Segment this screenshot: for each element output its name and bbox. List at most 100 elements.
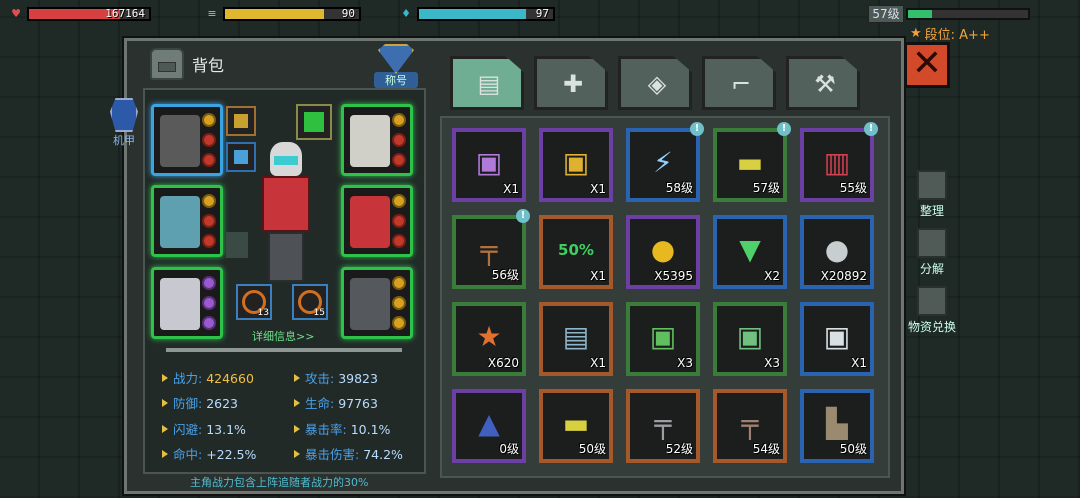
accessory-slot-1[interactable] xyxy=(226,106,256,136)
close-icon: ✕ xyxy=(911,43,943,84)
close-button[interactable]: ✕ xyxy=(904,42,950,88)
stat-value: 39823 xyxy=(338,371,378,386)
inventory-item[interactable]: ▙ 50级 xyxy=(800,389,874,463)
module-slot[interactable] xyxy=(296,104,332,140)
item-quantity: 55级 xyxy=(839,181,867,195)
level-progress-bar xyxy=(906,8,1030,20)
exchange-button[interactable]: 物资兑换 xyxy=(906,286,958,335)
level-progress-fill xyxy=(908,10,932,18)
divider xyxy=(166,348,402,352)
emblem-icon: ★ xyxy=(476,320,502,353)
gem-icon xyxy=(202,276,216,290)
inventory-item[interactable]: ● X5395 xyxy=(626,215,700,289)
new-item-indicator: ! xyxy=(777,122,791,136)
stat-key: 攻击: xyxy=(305,371,335,386)
hp-bar-group: ♥ 167164 xyxy=(8,4,151,24)
gem-icon xyxy=(392,133,406,147)
inventory-item[interactable]: ★ X620 xyxy=(452,302,526,376)
rank-label: 段位: A++ xyxy=(924,28,990,43)
white-crate-icon: ▣ xyxy=(823,320,851,353)
stat-hp: 生命: 97763 xyxy=(294,391,378,417)
inventory-item[interactable]: ▼ X2 xyxy=(713,215,787,289)
title-badge-button[interactable]: 称号 xyxy=(374,44,418,90)
inventory-item[interactable]: ▣ X1 xyxy=(800,302,874,376)
tab-parts[interactable]: ⚒ xyxy=(786,56,860,110)
tab-armor[interactable]: ◈ xyxy=(618,56,692,110)
water-value: 97 xyxy=(535,7,549,20)
stat-value: +22.5% xyxy=(206,447,257,462)
inventory-item[interactable]: ▥ 55级! xyxy=(800,122,878,202)
gem-icon xyxy=(392,316,406,330)
wrench-icon: ⚒ xyxy=(814,70,836,98)
gold-crate-icon: ▣ xyxy=(562,146,590,179)
inventory-item[interactable]: ▣ X1 xyxy=(452,128,526,202)
rank-indicator[interactable]: ★ 段位: A++ xyxy=(910,24,990,43)
equip-slot-jacket[interactable] xyxy=(341,185,413,257)
chip-count: 13 xyxy=(257,308,269,318)
character-body xyxy=(262,176,310,232)
player-level: 57级 xyxy=(868,5,904,23)
equip-slot-weapon[interactable] xyxy=(151,104,223,176)
stat-defense: 防御: 2623 xyxy=(162,391,238,417)
item-quantity: X1 xyxy=(590,356,606,370)
tab-gun[interactable]: ⌐ xyxy=(702,56,776,110)
green-crate-icon: ▣ xyxy=(649,320,677,353)
tab-medkit[interactable]: ✚ xyxy=(534,56,608,110)
gem-icon xyxy=(202,214,216,228)
equip-slot-shoes[interactable] xyxy=(151,267,223,339)
gem-icon xyxy=(202,296,216,310)
item-quantity: X1 xyxy=(590,182,606,196)
inventory-item[interactable]: ▬ 57级! xyxy=(713,122,791,202)
inventory-item[interactable]: ● X20892 xyxy=(800,215,874,289)
inventory-item[interactable]: ▣ X3 xyxy=(626,302,700,376)
hp-bar: 167164 xyxy=(27,7,151,21)
inventory-item[interactable]: ╤ 56级! xyxy=(452,209,530,289)
exchange-icon xyxy=(917,286,947,316)
inventory-item[interactable]: 50% X1 xyxy=(539,215,613,289)
item-quantity: X3 xyxy=(764,356,780,370)
inventory-item[interactable]: ╤ 54级 xyxy=(713,389,787,463)
gem-icon xyxy=(202,133,216,147)
medkit-icon: ✚ xyxy=(562,70,584,98)
equip-slot-vest[interactable] xyxy=(151,185,223,257)
gem-icon xyxy=(202,316,216,330)
hp-value: 167164 xyxy=(105,7,145,20)
detail-info-link[interactable]: 详细信息>> xyxy=(252,328,314,344)
gun-icon: ⌐ xyxy=(730,70,752,98)
panel-title: 背包 xyxy=(150,48,224,80)
energy-bar: 90 xyxy=(223,7,361,21)
stat-crit-damage: 暴击伤害: 74.2% xyxy=(294,442,403,468)
inventory-item[interactable]: ▣ X3 xyxy=(713,302,787,376)
silver-coin-icon: ● xyxy=(824,233,850,266)
character-preview xyxy=(252,142,320,292)
water-bar-group: ♦ 97 xyxy=(398,4,555,24)
stat-attack: 攻击: 39823 xyxy=(294,366,378,392)
sort-button[interactable]: 整理 xyxy=(906,170,958,219)
tab-backpack[interactable]: ▤ xyxy=(450,56,524,110)
new-item-indicator: ! xyxy=(690,122,704,136)
crate-icon: ▣ xyxy=(475,146,503,179)
helmet-icon xyxy=(350,115,390,167)
gem-icon xyxy=(392,214,406,228)
gem-icon xyxy=(202,113,216,127)
inventory-item[interactable]: ▲ 0级 xyxy=(452,389,526,463)
equip-slot-helmet[interactable] xyxy=(341,104,413,176)
inventory-item[interactable]: ⚡ 58级! xyxy=(626,122,704,202)
stat-key: 战力: xyxy=(173,371,203,386)
dismantle-button[interactable]: 分解 xyxy=(906,228,958,277)
new-item-indicator: ! xyxy=(864,122,878,136)
inventory-item[interactable]: ╤ 52级 xyxy=(626,389,700,463)
item-quantity: X5395 xyxy=(654,269,693,283)
item-quantity: X20892 xyxy=(820,269,867,283)
inventory-item[interactable]: ▣ X1 xyxy=(539,128,613,202)
gem-icon xyxy=(392,113,406,127)
inventory-item[interactable]: ▤ X1 xyxy=(539,302,613,376)
mech-button[interactable]: 机甲 xyxy=(104,98,144,148)
gem-icon xyxy=(202,194,216,208)
item-quantity: 58级 xyxy=(665,181,693,195)
backpack-icon xyxy=(150,48,184,80)
stat-value: 10.1% xyxy=(350,422,391,437)
equip-slot-pants[interactable] xyxy=(341,267,413,339)
exchange-label: 物资兑换 xyxy=(907,320,956,334)
inventory-item[interactable]: ▬ 50级 xyxy=(539,389,613,463)
